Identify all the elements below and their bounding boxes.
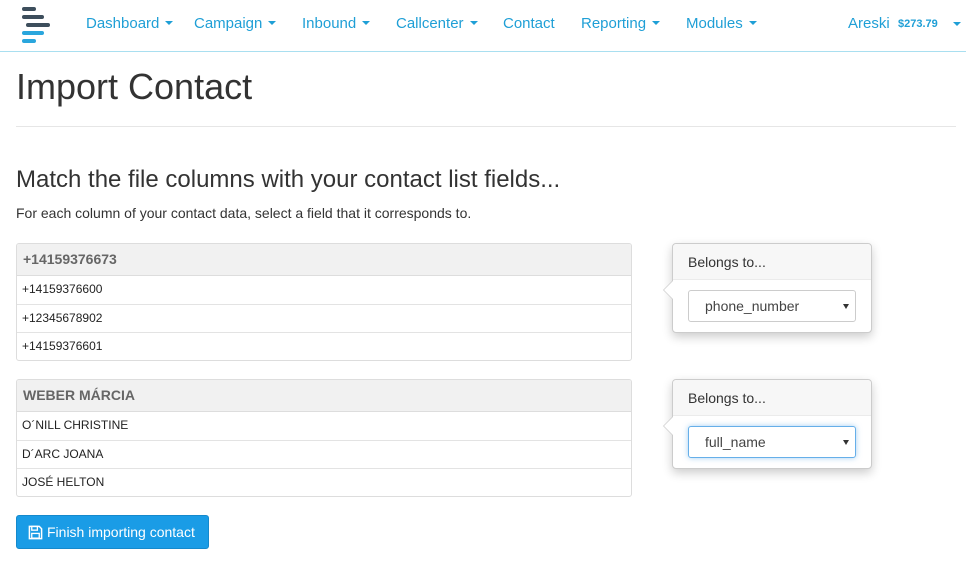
top-navbar: Dashboard Campaign Inbound Callcenter Co… xyxy=(0,0,966,52)
field-select[interactable]: phone_number xyxy=(688,290,856,322)
select-dropdown-arrow-icon xyxy=(843,440,849,445)
popover-arrow xyxy=(663,416,673,436)
nav-dashboard[interactable]: Dashboard xyxy=(86,15,174,32)
popover-arrow xyxy=(663,280,673,300)
nav-modules[interactable]: Modules xyxy=(686,15,757,32)
field-select-value: full_name xyxy=(705,434,766,450)
popover-title: Belongs to... xyxy=(673,244,871,280)
chevron-down-icon xyxy=(165,21,174,25)
column-preview-table: +14159376673 +14159376600 +12345678902 +… xyxy=(16,243,632,361)
nav-campaign[interactable]: Campaign xyxy=(194,15,277,32)
chevron-down-icon xyxy=(748,21,757,25)
user-menu-chevron-down-icon[interactable] xyxy=(953,22,961,26)
column-row: D´ARC JOANA xyxy=(17,440,631,468)
field-select[interactable]: full_name xyxy=(688,426,856,458)
column-row: +12345678902 xyxy=(17,304,631,332)
field-mapping-popover: Belongs to... phone_number xyxy=(663,243,872,333)
floppy-disk-icon xyxy=(28,525,43,540)
page-title: Import Contact xyxy=(16,66,253,107)
column-header: +14159376673 xyxy=(17,244,631,276)
account-balance: $273.79 xyxy=(898,18,938,30)
divider xyxy=(16,126,956,127)
column-row: JOSÉ HELTON xyxy=(17,468,631,496)
chevron-down-icon xyxy=(268,21,277,25)
nav-dashboard-label: Dashboard xyxy=(86,15,160,32)
column-header: WEBER MÁRCIA xyxy=(17,380,631,412)
column-row: +14159376601 xyxy=(17,332,631,360)
field-mapping-popover: Belongs to... full_name xyxy=(663,379,872,469)
section-description: For each column of your contact data, se… xyxy=(16,205,472,221)
chevron-down-icon xyxy=(652,21,661,25)
nav-campaign-label: Campaign xyxy=(194,15,263,32)
nav-contact-label: Contact xyxy=(503,15,555,32)
select-dropdown-arrow-icon xyxy=(843,304,849,309)
popover-title: Belongs to... xyxy=(673,380,871,416)
column-row: O´NILL CHRISTINE xyxy=(22,418,129,432)
user-menu-name[interactable]: Areski xyxy=(848,15,890,32)
logo-stacked-bars-icon[interactable] xyxy=(18,6,54,46)
column-row: +14159376600 xyxy=(22,282,103,296)
nav-reporting-label: Reporting xyxy=(581,15,647,32)
nav-inbound[interactable]: Inbound xyxy=(302,15,371,32)
nav-contact[interactable]: Contact xyxy=(503,15,555,32)
finish-import-button[interactable]: Finish importing contact xyxy=(16,515,209,549)
nav-callcenter-label: Callcenter xyxy=(396,15,464,32)
nav-callcenter[interactable]: Callcenter xyxy=(396,15,478,32)
nav-reporting[interactable]: Reporting xyxy=(581,15,661,32)
nav-modules-label: Modules xyxy=(686,15,743,32)
nav-inbound-label: Inbound xyxy=(302,15,357,32)
chevron-down-icon xyxy=(469,21,478,25)
column-preview-table: WEBER MÁRCIA O´NILL CHRISTINE D´ARC JOAN… xyxy=(16,379,632,497)
section-title: Match the file columns with your contact… xyxy=(16,166,561,193)
chevron-down-icon xyxy=(362,21,371,25)
field-select-value: phone_number xyxy=(705,298,800,314)
finish-import-button-label: Finish importing contact xyxy=(47,524,195,540)
